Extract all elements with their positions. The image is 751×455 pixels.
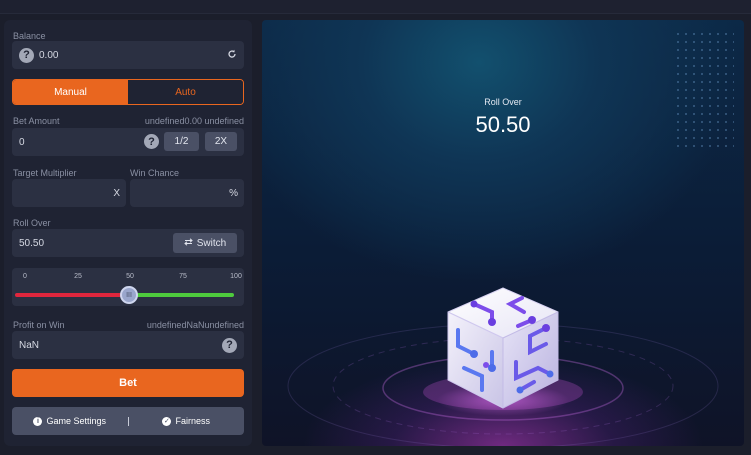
bet-amount-label: Bet Amount	[13, 116, 60, 126]
slider-tick: 75	[179, 273, 187, 280]
target-multiplier-field[interactable]: X	[12, 179, 126, 207]
footer-bar: i Game Settings ✓ Fairness	[12, 407, 244, 435]
question-icon[interactable]: ?	[222, 337, 237, 353]
fairness-label: Fairness	[175, 416, 210, 426]
percent-suffix: %	[229, 187, 238, 199]
profit-on-win-value: NaN	[19, 339, 40, 351]
balance-field: ? 0.00	[12, 41, 244, 69]
roll-over-input[interactable]: 50.50	[19, 238, 44, 249]
win-chance-label: Win Chance	[130, 168, 180, 178]
question-icon[interactable]: ?	[144, 134, 159, 149]
check-circle-icon: ✓	[162, 416, 172, 426]
balance-label: Balance	[13, 31, 46, 41]
mode-tabs: Manual Auto	[12, 79, 244, 105]
display-roll-label: Roll Over	[484, 97, 522, 107]
tab-auto[interactable]: Auto	[128, 80, 243, 104]
fairness-button[interactable]: ✓ Fairness	[129, 416, 245, 426]
target-multiplier-label: Target Multiplier	[13, 168, 77, 178]
profit-on-win-label: Profit on Win	[13, 320, 65, 330]
tab-manual[interactable]: Manual	[13, 80, 128, 104]
bet-button[interactable]: Bet	[12, 369, 244, 397]
slider-tick: 25	[74, 273, 82, 280]
roll-over-label: Roll Over	[13, 218, 51, 228]
slider-win-track[interactable]	[130, 293, 234, 297]
game-settings-label: Game Settings	[46, 416, 107, 426]
slider-handle[interactable]: III	[120, 286, 138, 304]
slider-tick: 50	[126, 273, 134, 280]
game-settings-button[interactable]: i Game Settings	[12, 416, 128, 426]
slider-lose-track[interactable]	[15, 293, 122, 297]
game-area: Roll Over 50.50	[262, 20, 744, 446]
win-chance-field[interactable]: %	[130, 179, 244, 207]
question-icon[interactable]: ?	[19, 47, 34, 63]
profit-on-win-field: NaN ?	[12, 331, 244, 359]
half-bet-button[interactable]: 1/2	[164, 132, 199, 151]
slider-tick: 0	[23, 273, 27, 280]
double-bet-button[interactable]: 2X	[205, 132, 237, 151]
bet-amount-input[interactable]: 0	[19, 137, 25, 148]
refresh-icon[interactable]	[227, 49, 237, 62]
slider-tick: 100	[230, 273, 242, 280]
profit-on-win-amount: undefinedNaNundefined	[146, 320, 244, 330]
multiplier-suffix: X	[113, 187, 120, 199]
display-roll-value: 50.50	[475, 112, 531, 137]
switch-button[interactable]: Switch	[173, 233, 237, 253]
swap-arrows-icon	[183, 237, 193, 249]
switch-label: Switch	[196, 237, 227, 249]
info-icon: i	[33, 416, 43, 426]
dice-icon	[437, 287, 569, 416]
control-panel: Balance ? 0.00 Manual Auto Bet Amount un…	[4, 20, 252, 446]
bet-amount-range: undefined0.00 undefined	[144, 116, 244, 126]
top-bar	[0, 0, 751, 14]
balance-value: 0.00	[39, 49, 59, 61]
